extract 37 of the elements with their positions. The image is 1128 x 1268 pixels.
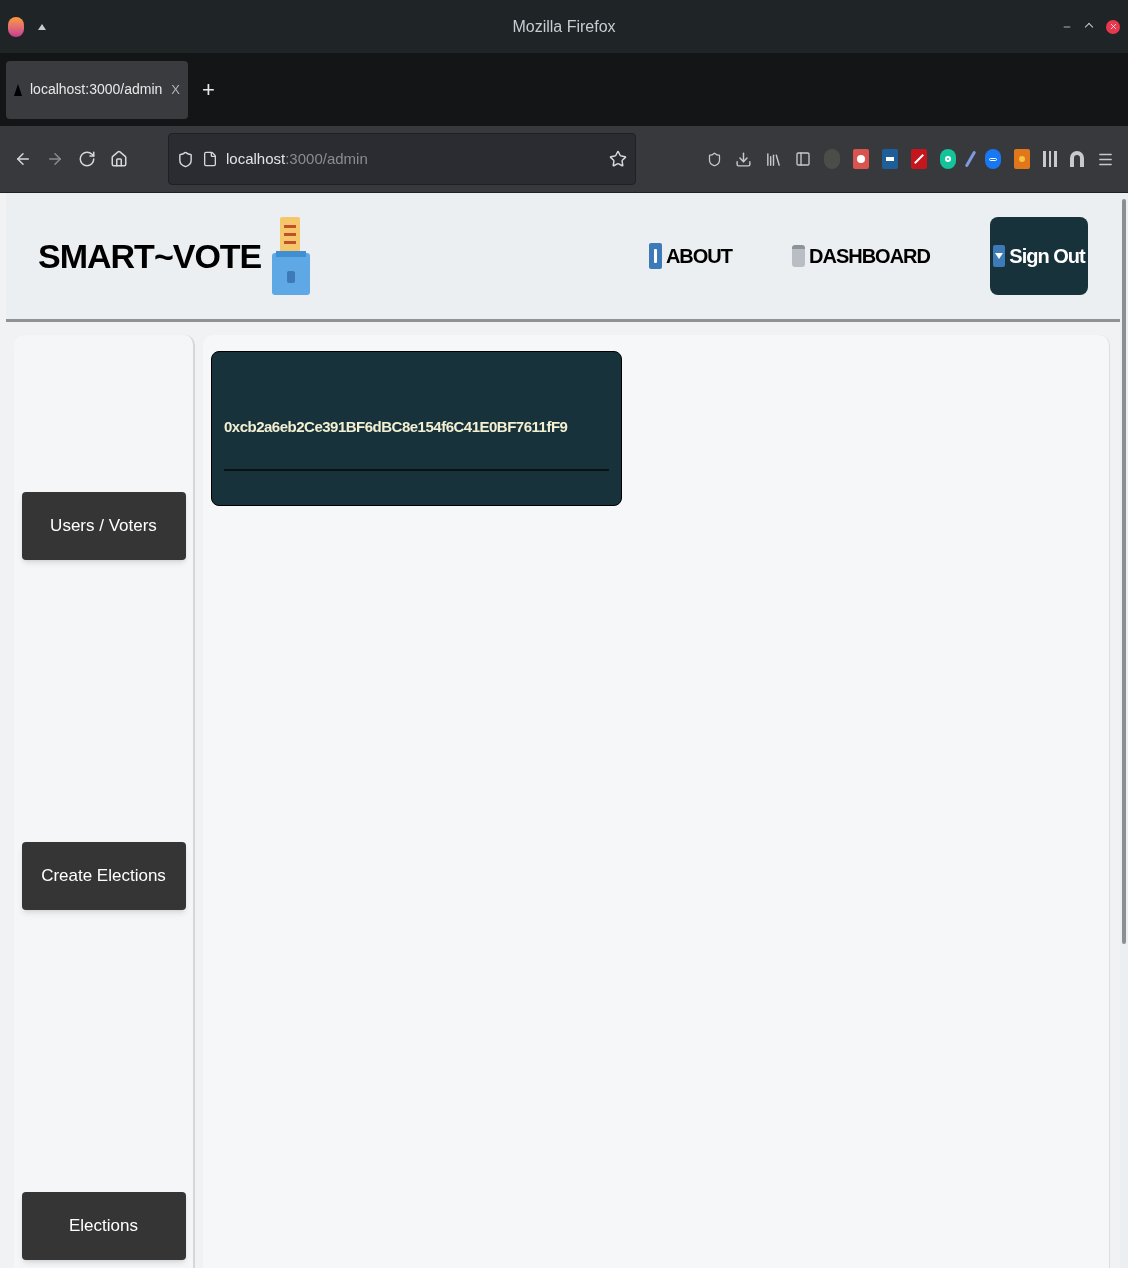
arch-icon[interactable] (1070, 151, 1084, 167)
sidebar-button[interactable]: Elections (21, 1192, 186, 1260)
eject-icon[interactable] (38, 23, 46, 30)
sidebar-icon[interactable] (795, 151, 811, 167)
browser-tab[interactable]: localhost:3000/admin X (6, 60, 188, 119)
close-icon[interactable] (1106, 19, 1120, 34)
ballot-box-icon (271, 215, 312, 297)
nav-link[interactable]: DASHBOARD (792, 241, 930, 271)
tab-title: localhost:3000/admin (30, 80, 163, 99)
brand-title: SMART~VOTE (38, 235, 262, 277)
tab-close[interactable]: X (171, 79, 180, 100)
new-tab-button[interactable]: + (202, 73, 215, 106)
back-icon[interactable] (14, 150, 32, 168)
url-path: :3000/admin (285, 148, 368, 169)
url-host: localhost (226, 148, 286, 169)
library-icon[interactable] (765, 150, 782, 168)
sign-out-button[interactable]: Sign Out (990, 217, 1088, 295)
jar-icon (792, 245, 805, 267)
info-icon (648, 243, 662, 269)
scrollbar-thumb[interactable] (1122, 199, 1126, 944)
nav-link[interactable]: ABOUT (648, 241, 732, 271)
address-bar[interactable]: localhost:3000/admin (168, 133, 636, 185)
wand-extension-icon[interactable] (911, 149, 927, 169)
grid-icon[interactable] (1043, 151, 1057, 167)
window-title: Mozilla Firefox (512, 16, 616, 37)
circle-extension-icon[interactable] (940, 149, 956, 169)
sidebar-button[interactable]: Users / Voters (21, 492, 186, 560)
shield-icon (177, 150, 194, 168)
forward-icon[interactable] (46, 150, 64, 168)
bookmark-star-icon[interactable] (609, 150, 627, 168)
download-icon[interactable] (735, 150, 752, 168)
page-icon (202, 151, 218, 167)
sidebar-button[interactable]: Create Elections (21, 842, 186, 910)
home-icon[interactable] (110, 150, 128, 168)
firefox-icon (8, 16, 24, 37)
wallet-address: 0xcb2a6eb2Ce391BF6dBC8e154f6C41E0BF7611fF9 (224, 417, 569, 437)
reload-icon[interactable] (78, 150, 96, 168)
